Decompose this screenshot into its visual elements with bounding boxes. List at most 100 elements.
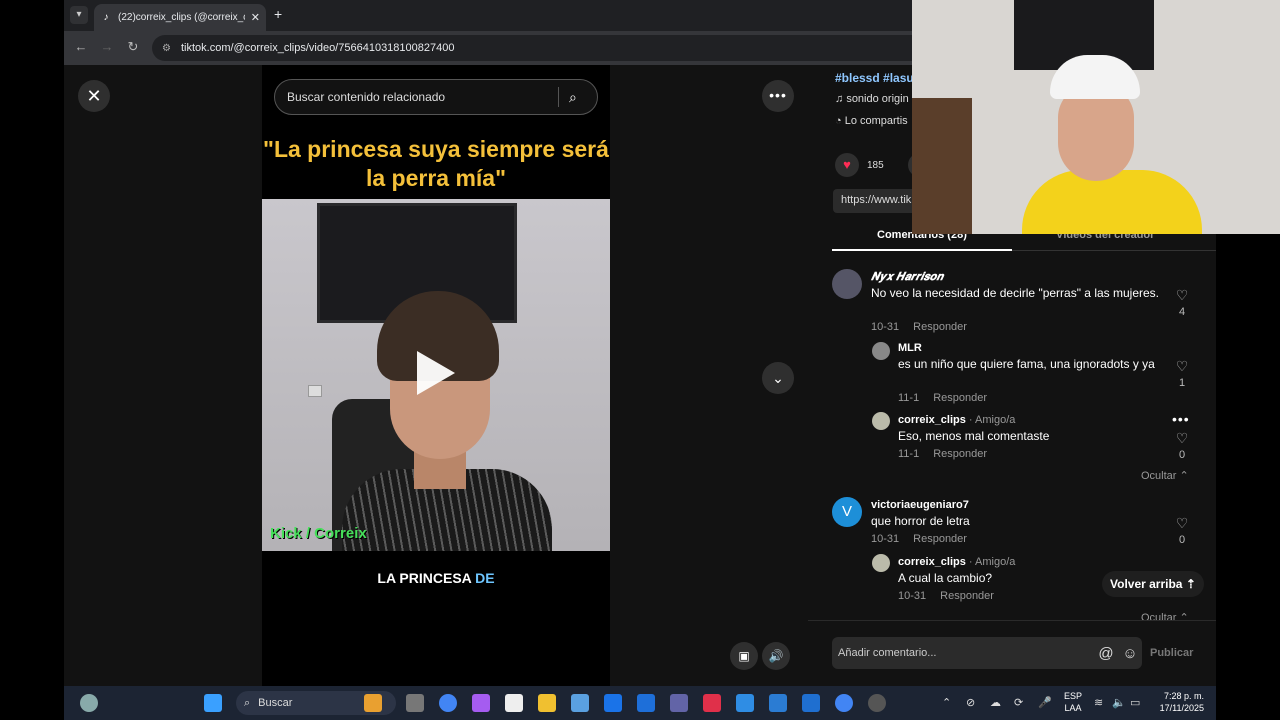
comment-meta: 10-31 Responder [871,321,967,333]
reply-button[interactable]: Responder [933,392,987,404]
hide-label: Ocultar [1141,470,1177,482]
tiktok-icon: ♪ [103,11,109,23]
reply-button[interactable]: Responder [940,590,994,602]
face-image [1058,85,1134,181]
windows-app-icon[interactable] [769,694,787,712]
system-clock[interactable]: 7:28 p. m. 17/11/2025 [1154,690,1204,714]
post-shared-info: ◔ Lo compartis [835,115,908,127]
tab-close-icon[interactable]: ✕ [251,11,260,24]
comment-like[interactable]: ♡ 1 [1172,358,1192,389]
vscode-icon[interactable] [736,694,754,712]
more-options-icon[interactable]: ••• [762,80,794,112]
comment-username[interactable]: correix_clips · Amigo/a [898,414,1015,426]
video-caption-top: "La princesa suya siempre será la perra … [263,136,609,191]
comment-date: 11-1 [898,392,920,404]
hide-replies-button[interactable]: Ocultar ⌃ [1141,469,1189,482]
volume-icon[interactable]: 🔈 [1112,696,1126,709]
chevron-up-icon[interactable]: ⌃ [942,696,951,709]
back-icon[interactable]: ← [72,39,90,54]
tab-search-button[interactable]: ▾ [70,6,88,24]
mention-icon[interactable]: @ [1094,645,1118,662]
like-heart-icon[interactable]: ♥ [835,153,859,177]
comment-input[interactable]: Añadir comentario... @ ☺ [832,637,1142,669]
heart-outline-icon: ♡ [1175,515,1189,531]
obs-icon[interactable] [868,694,886,712]
reload-icon[interactable]: ↻ [124,39,142,55]
back-to-top-button[interactable]: Volver arriba ⇡ [1102,571,1204,597]
comment-composer: Añadir comentario... @ ☺ Publicar [808,620,1216,686]
emoji-icon[interactable]: ☺ [1118,645,1142,662]
play-icon[interactable] [417,351,455,395]
reply-button[interactable]: Responder [933,448,987,460]
reply-button[interactable]: Responder [913,533,967,545]
forward-icon[interactable]: → [98,39,116,54]
comment-meta: 11-1 Responder [898,448,987,460]
comment-date: 10-31 [871,533,900,545]
screen: ▾ ♪ (22)correix_clips (@correix_clip ✕ +… [0,0,1280,720]
comment-username[interactable]: correix_clips · Amigo/a [898,556,1015,568]
comment-like-count: 0 [1178,449,1186,461]
onedrive-icon[interactable]: ☁ [990,696,1001,709]
task-view-icon[interactable] [406,694,424,712]
chrome-icon[interactable] [439,694,457,712]
comment-like[interactable]: ♡ 4 [1172,287,1192,318]
comment-like[interactable]: ♡ 0 [1172,515,1192,546]
post-hashtags[interactable]: #blessd #lasu [835,71,914,85]
comment-like-count: 4 [1178,306,1186,318]
comment-like[interactable]: ♡ 0 [1172,430,1192,461]
copilot-icon[interactable] [472,694,490,712]
microphone-icon[interactable]: 🎤 [1038,696,1052,709]
avatar[interactable] [832,269,862,299]
avatar[interactable]: V [832,497,862,527]
bluetooth-off-icon[interactable]: ⊘ [966,696,975,709]
battery-icon[interactable]: ▭ [1130,696,1140,709]
store-icon[interactable] [571,694,589,712]
music-label: sonido origin [846,93,909,105]
next-video-chevron-down-icon[interactable]: ⌄ [762,362,794,394]
outlook-icon[interactable] [604,694,622,712]
comment-username[interactable]: 𝑵𝒚𝒙 𝑯𝒂𝒓𝒓𝒊𝒔𝒐𝒏 [871,271,943,284]
layout-code: LAA [1064,703,1082,713]
app-icon[interactable] [802,694,820,712]
search-highlight-icon[interactable] [364,694,382,712]
input-language[interactable]: ESP LAA [1064,690,1082,714]
new-tab-button[interactable]: + [274,6,282,22]
language-code: ESP [1064,691,1083,701]
weather-icon[interactable] [80,694,98,712]
video-player[interactable]: Buscar contenido relacionado ⌕ "La princ… [262,65,610,686]
avatar[interactable] [872,342,890,360]
reply-button[interactable]: Responder [913,321,967,333]
music-note-icon: ♫ [835,93,847,105]
publish-button[interactable]: Publicar [1150,647,1193,659]
active-tab-underline [832,249,1012,251]
avatar[interactable] [872,412,890,430]
comment-username[interactable]: victoriaeugeniaro7 [871,499,969,511]
site-info-icon[interactable]: ⚙ [162,43,171,54]
post-music[interactable]: ♫ sonido origin [835,93,909,105]
friend-tag: · Amigo/a [965,556,1016,568]
chevron-up-icon: ⌃ [1179,470,1189,482]
dropbox-icon[interactable] [637,694,655,712]
related-search-input[interactable]: Buscar contenido relacionado ⌕ [274,79,598,115]
clock-time: 7:28 p. m. [1163,691,1204,701]
close-icon[interactable]: ✕ [78,80,110,112]
chrome-active-icon[interactable] [835,694,853,712]
comment-text: es un niño que quiere fama, una ignorado… [898,357,1155,371]
wifi-icon[interactable]: ≋ [1094,696,1103,709]
document-icon[interactable] [505,694,523,712]
search-icon[interactable]: ⌕ [569,89,597,106]
volume-icon[interactable]: 🔊 [762,642,790,670]
back-to-top-label: Volver arriba [1110,577,1183,591]
address-bar[interactable]: ⚙ tiktok.com/@correix_clips/video/756641… [152,35,972,61]
comment-like-count: 1 [1178,377,1186,389]
start-icon[interactable] [204,694,222,712]
sync-icon[interactable]: ⟳ [1014,696,1023,709]
teams-icon[interactable] [670,694,688,712]
comment-more-icon[interactable]: ••• [1172,411,1190,427]
pip-icon[interactable]: ▣ [730,642,758,670]
app-icon[interactable] [703,694,721,712]
active-tab[interactable]: ♪ (22)correix_clips (@correix_clip ✕ [94,4,266,31]
comment-username[interactable]: MLR [898,342,922,354]
avatar[interactable] [872,554,890,572]
file-explorer-icon[interactable] [538,694,556,712]
